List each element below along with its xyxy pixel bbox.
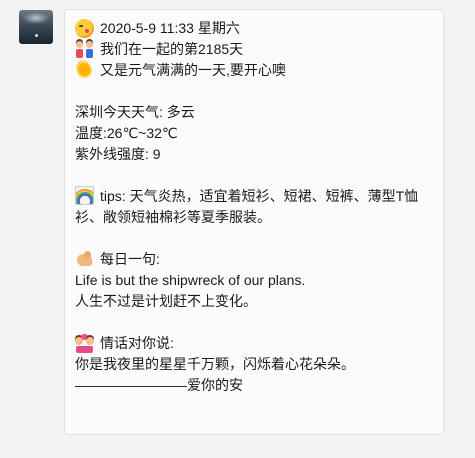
datetime-text: 2020-5-9 11:33 星期六 bbox=[100, 20, 240, 36]
couple-with-heart-icon bbox=[75, 334, 94, 353]
rainbow-icon bbox=[75, 186, 94, 205]
daily-quote-heading: 每日一句: bbox=[100, 251, 160, 267]
temperature-text: 温度:26℃~32℃ bbox=[75, 125, 178, 141]
avatar-light bbox=[35, 34, 38, 37]
tips-row: tips: 天气炎热，适宜着短衫、短裙、短裤、薄型T恤衫、敞领短袖棉衫等夏季服装… bbox=[75, 186, 433, 228]
love-heading: 情话对你说: bbox=[100, 335, 174, 351]
daily-quote-en: Life is but the shipwreck of our plans. bbox=[75, 272, 306, 288]
sun-icon bbox=[75, 59, 94, 80]
tips-text: tips: 天气炎热，适宜着短衫、短裙、短裤、薄型T恤衫、敞领短袖棉衫等夏季服装… bbox=[75, 188, 419, 225]
together-row: 我们在一起的第2185天 bbox=[75, 39, 433, 60]
signature-line: ————————爱你的安 bbox=[75, 377, 243, 393]
flexed-biceps-icon bbox=[75, 250, 94, 269]
avatar-sky bbox=[23, 12, 49, 24]
love-line: 你是我夜里的星星千万颗，闪烁着心花朵朵。 bbox=[75, 356, 355, 372]
together-text: 我们在一起的第2185天 bbox=[100, 41, 244, 57]
greeting-row: 又是元气满满的一天,要开心噢 bbox=[75, 59, 433, 81]
kissing-face-icon bbox=[75, 19, 94, 38]
uv-text: 紫外线强度: 9 bbox=[75, 146, 161, 162]
love-heading-row: 情话对你说: bbox=[75, 333, 433, 354]
couple-icon bbox=[75, 40, 94, 59]
sender-avatar[interactable] bbox=[19, 10, 53, 44]
weather-city-text: 深圳今天天气: 多云 bbox=[75, 104, 195, 120]
datetime-row: 2020-5-9 11:33 星期六 bbox=[75, 18, 433, 39]
greeting-text: 又是元气满满的一天,要开心噢 bbox=[100, 62, 286, 78]
quote-heading-row: 每日一句: bbox=[75, 249, 433, 270]
daily-quote-zh: 人生不过是计划赶不上变化。 bbox=[75, 293, 257, 309]
chat-message-bubble[interactable]: 2020-5-9 11:33 星期六 我们在一起的第2185天 又是元气满满的一… bbox=[64, 9, 444, 435]
